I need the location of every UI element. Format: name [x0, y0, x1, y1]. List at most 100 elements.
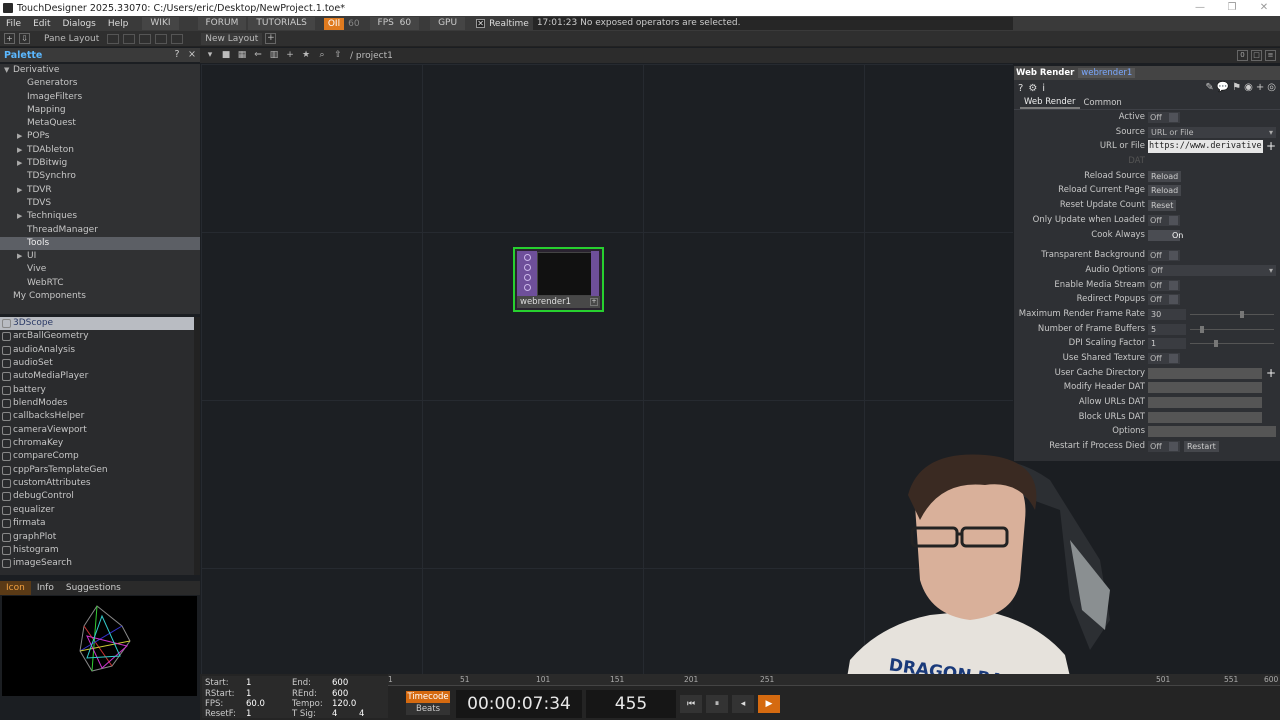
- resetf-value[interactable]: 1: [246, 709, 251, 719]
- tree-item-webrtc[interactable]: WebRTC: [0, 277, 200, 290]
- frame-buffers-slider[interactable]: [1190, 325, 1274, 333]
- chevron-right-icon[interactable]: ▶: [17, 157, 22, 170]
- tree-item-vive[interactable]: Vive: [0, 263, 200, 276]
- tree-item-my-components[interactable]: My Components: [0, 290, 200, 303]
- language-icon[interactable]: ◉: [1244, 82, 1253, 93]
- list-item[interactable]: chromaKey: [0, 437, 194, 450]
- new-layout-tab[interactable]: New Layout: [201, 32, 263, 45]
- flags-icon[interactable]: ⚑: [1232, 82, 1241, 93]
- dpi-field[interactable]: 1: [1148, 338, 1186, 350]
- back-icon[interactable]: ⇐: [252, 50, 264, 61]
- component-list-scrollbar[interactable]: [194, 317, 200, 575]
- tree-item-techniques[interactable]: ▶ Techniques: [0, 210, 200, 223]
- list-item[interactable]: battery: [0, 384, 194, 397]
- wiki-button[interactable]: WIKI: [142, 17, 179, 30]
- minimize-button[interactable]: —: [1184, 0, 1216, 16]
- network-path[interactable]: / project1: [350, 51, 393, 61]
- cache-dir-field[interactable]: [1148, 367, 1262, 379]
- max-rate-slider[interactable]: [1190, 310, 1274, 318]
- list-item[interactable]: customAttributes: [0, 477, 194, 490]
- tree-item-tdvs[interactable]: TDVS: [0, 197, 200, 210]
- browse-folder-icon[interactable]: +: [1266, 366, 1276, 380]
- list-item[interactable]: graphPlot: [0, 531, 194, 544]
- play-icon[interactable]: ▶: [758, 695, 780, 713]
- restart-button[interactable]: Restart: [1184, 441, 1219, 453]
- reload-source-button[interactable]: Reload: [1148, 170, 1182, 182]
- chevron-right-icon[interactable]: ▶: [17, 130, 22, 143]
- cook-always-toggle[interactable]: On: [1148, 229, 1183, 241]
- source-dropdown[interactable]: URL or File: [1148, 126, 1276, 138]
- forum-button[interactable]: FORUM: [197, 17, 247, 30]
- menu-dialogs[interactable]: Dialogs: [57, 19, 102, 29]
- python-icon[interactable]: ⚙: [1028, 83, 1037, 94]
- operator-node-webrender[interactable]: webrender1 +: [513, 247, 604, 312]
- dpi-slider[interactable]: [1190, 340, 1274, 348]
- audio-options-dropdown[interactable]: Off: [1148, 264, 1276, 276]
- menu-help[interactable]: Help: [102, 19, 135, 29]
- tsig-value-b[interactable]: 4: [359, 709, 364, 719]
- list-item[interactable]: equalizer: [0, 504, 194, 517]
- realtime-checkbox[interactable]: ✕: [476, 19, 486, 28]
- add-param-icon[interactable]: +: [1256, 82, 1264, 93]
- tree-item-tdsynchro[interactable]: TDSynchro: [0, 170, 200, 183]
- tree-item-mapping[interactable]: Mapping: [0, 104, 200, 117]
- list-item[interactable]: histogram: [0, 544, 194, 557]
- add-layout-button[interactable]: +: [265, 33, 277, 44]
- tempo-value[interactable]: 120.0: [332, 699, 356, 709]
- chevron-right-icon[interactable]: ▶: [17, 144, 22, 157]
- tab-common[interactable]: Common: [1080, 98, 1126, 108]
- node-output-connector[interactable]: [591, 251, 599, 296]
- fps-value[interactable]: 60.0: [246, 699, 265, 709]
- list-item[interactable]: 3DScope: [0, 317, 194, 331]
- node-input-connector[interactable]: [524, 254, 531, 261]
- list-item[interactable]: audioAnalysis: [0, 344, 194, 357]
- transparent-toggle[interactable]: Off: [1148, 250, 1180, 262]
- list-item[interactable]: debugControl: [0, 490, 194, 503]
- end-value[interactable]: 600: [332, 678, 348, 688]
- timecode-display[interactable]: 00:00:07:34: [456, 690, 582, 718]
- layout-split-h-icon[interactable]: [123, 33, 136, 44]
- add-url-icon[interactable]: +: [1266, 139, 1276, 153]
- pane-icon[interactable]: +: [4, 33, 15, 44]
- pane-maximize-button[interactable]: □: [1251, 50, 1262, 61]
- layout-icon[interactable]: ▥: [268, 50, 280, 61]
- step-back-icon[interactable]: ◂: [732, 695, 754, 713]
- restart-toggle[interactable]: Off: [1148, 441, 1180, 453]
- tree-item-tools[interactable]: Tools: [0, 236, 200, 251]
- list-item[interactable]: firmata: [0, 517, 194, 530]
- help-icon[interactable]: ?: [1018, 83, 1023, 94]
- shared-texture-toggle[interactable]: Off: [1148, 353, 1180, 364]
- list-item[interactable]: cameraViewport: [0, 424, 194, 437]
- grid-icon[interactable]: ▦: [236, 50, 248, 61]
- rend-value[interactable]: 600: [332, 689, 348, 699]
- node-input-connector[interactable]: [524, 274, 531, 281]
- slider-knob[interactable]: [1214, 340, 1218, 348]
- list-item[interactable]: cppParsTemplateGen: [0, 464, 194, 477]
- only-update-toggle[interactable]: Off: [1148, 214, 1180, 226]
- tab-icon[interactable]: Icon: [0, 581, 31, 595]
- tutorials-button[interactable]: TUTORIALS: [248, 17, 315, 30]
- block-urls-field[interactable]: [1148, 411, 1262, 423]
- rstart-value[interactable]: 1: [246, 689, 251, 699]
- reload-page-button[interactable]: Reload: [1148, 185, 1182, 197]
- options-field[interactable]: [1148, 426, 1276, 438]
- chevron-right-icon[interactable]: ▶: [17, 210, 22, 223]
- rewind-icon[interactable]: ⏮: [680, 695, 702, 713]
- info-icon[interactable]: i: [1042, 83, 1045, 94]
- timeline-ruler[interactable]: 1 51 101 151 201 251 501 551 600: [388, 674, 1280, 686]
- list-item[interactable]: arcBallGeometry: [0, 330, 194, 343]
- menu-edit[interactable]: Edit: [27, 19, 56, 29]
- edit-icon[interactable]: ✎: [1205, 82, 1213, 93]
- tab-info[interactable]: Info: [31, 581, 60, 595]
- pane-split-icon[interactable]: ⇩: [19, 33, 30, 44]
- list-item[interactable]: audioSet: [0, 357, 194, 370]
- redirect-popups-toggle[interactable]: Off: [1148, 294, 1180, 306]
- frame-buffers-field[interactable]: 5: [1148, 323, 1186, 335]
- menu-file[interactable]: File: [0, 19, 27, 29]
- slider-knob[interactable]: [1240, 310, 1244, 318]
- pause-icon[interactable]: ⏸: [706, 695, 728, 713]
- tsig-value-a[interactable]: 4: [332, 709, 337, 719]
- url-field[interactable]: https://www.derivative.ca: [1148, 140, 1263, 154]
- slider-knob[interactable]: [1200, 325, 1204, 333]
- tree-item-derivative[interactable]: ▼ Derivative: [0, 64, 200, 77]
